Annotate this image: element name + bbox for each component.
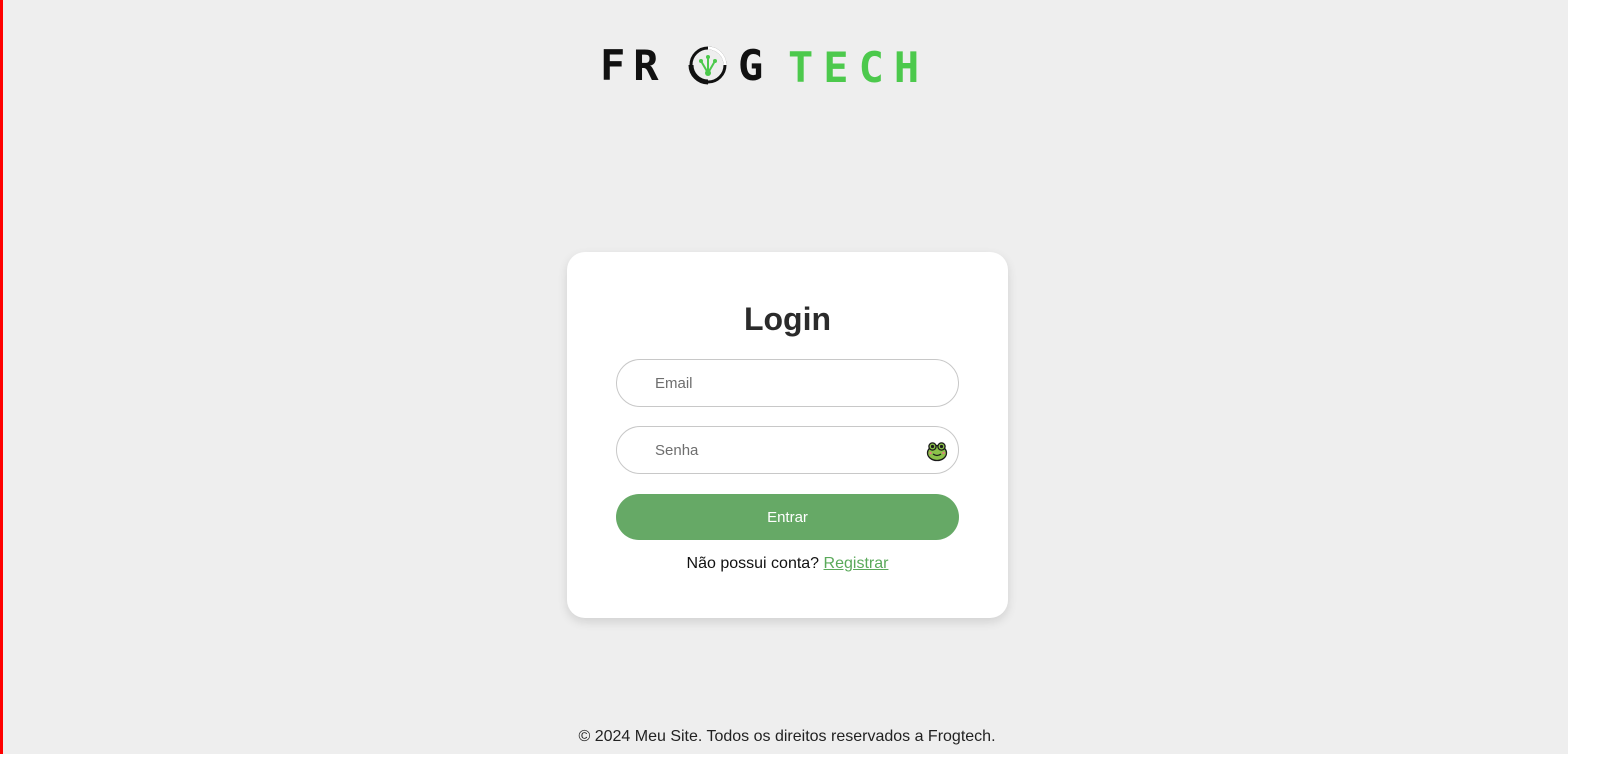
login-title: Login bbox=[743, 301, 832, 337]
submit-button[interactable]: Entrar bbox=[616, 494, 959, 540]
password-input[interactable] bbox=[655, 427, 915, 473]
register-prompt: Não possui conta? Registrar bbox=[567, 555, 1008, 573]
frog-icon[interactable] bbox=[926, 440, 948, 462]
frogtech-logo: FR G TECH bbox=[600, 44, 929, 86]
email-input[interactable] bbox=[655, 360, 915, 406]
logo-text-g: G bbox=[738, 44, 763, 86]
page-viewport: FR G TECH Login Email Entrar Não possui … bbox=[0, 0, 1568, 754]
password-field-wrapper bbox=[616, 426, 959, 474]
logo-frog-o-icon bbox=[688, 46, 727, 85]
login-card: Login Entrar Não possui conta? Registrar bbox=[567, 252, 1008, 618]
email-field-wrapper bbox=[616, 359, 959, 407]
footer-copyright: © 2024 Meu Site. Todos os direitos reser… bbox=[578, 728, 996, 745]
register-link[interactable]: Registrar bbox=[824, 555, 889, 572]
logo-text-fr: FR bbox=[600, 44, 667, 86]
no-account-text: Não possui conta? bbox=[686, 555, 820, 572]
logo-text-tech: TECH bbox=[788, 44, 929, 86]
